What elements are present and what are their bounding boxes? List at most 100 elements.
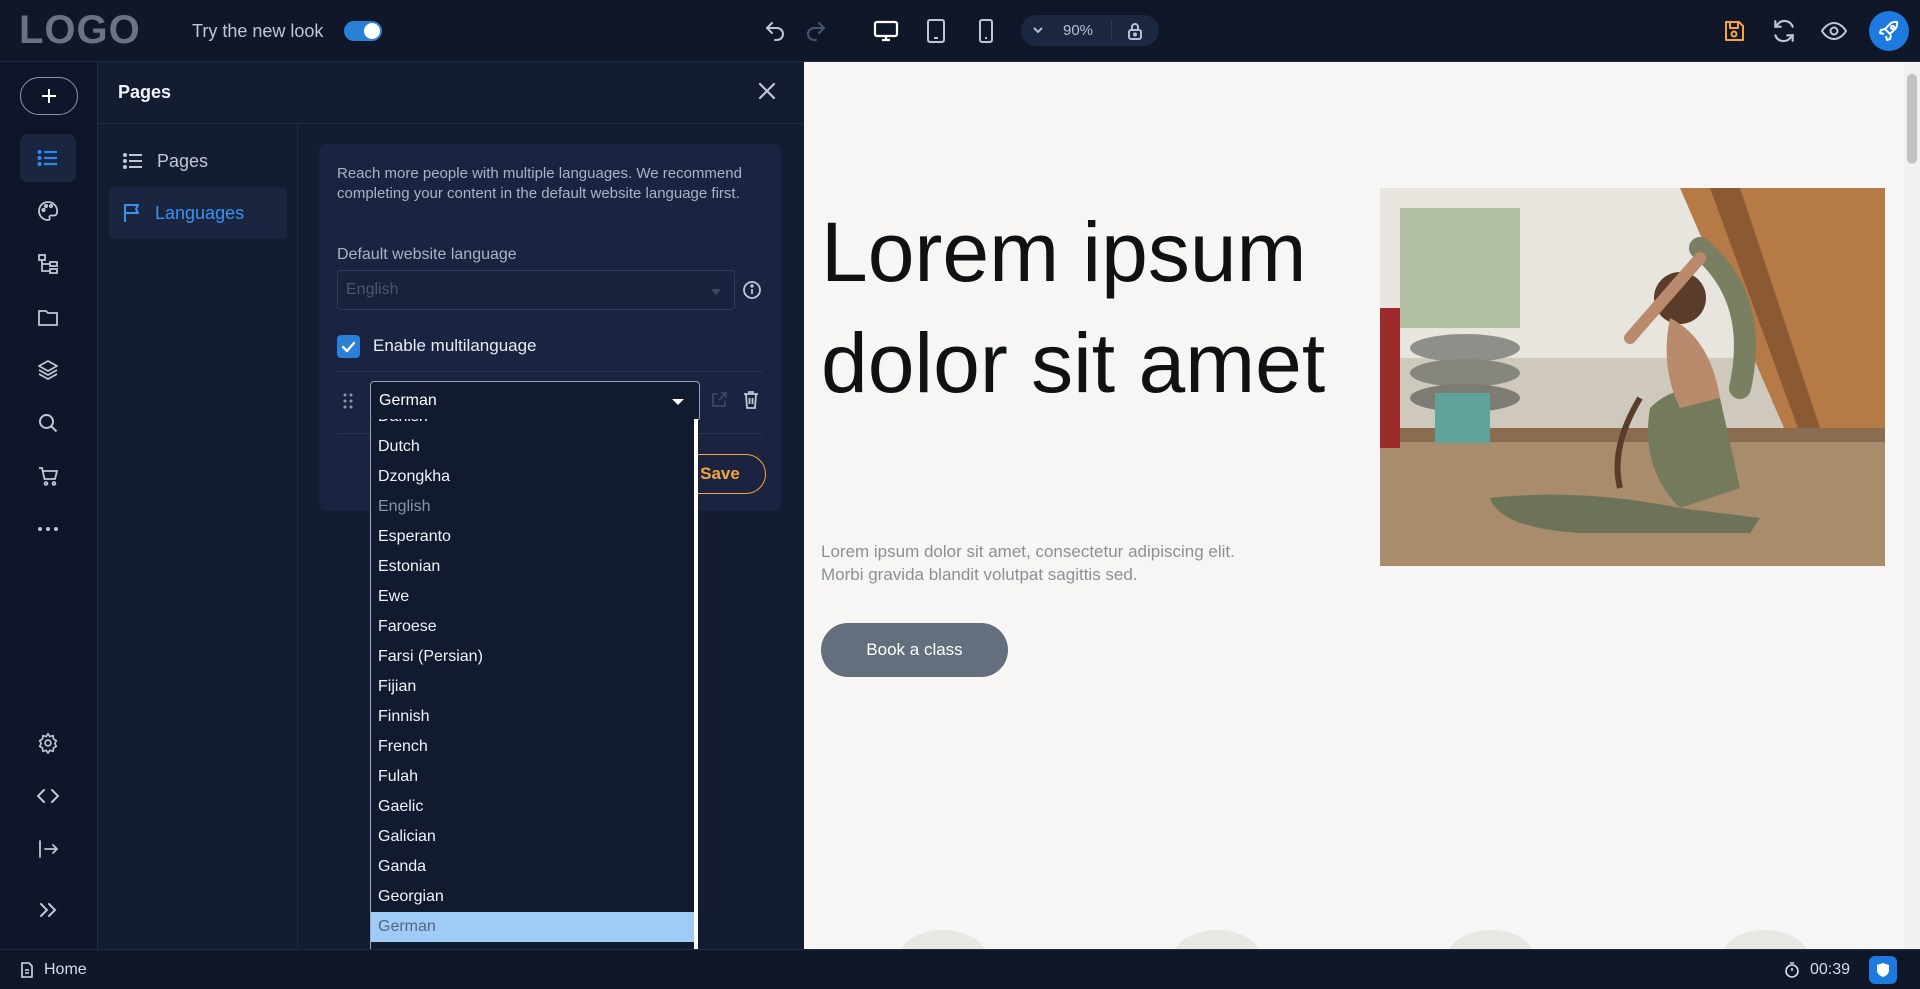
- language-option[interactable]: Fulah: [371, 762, 694, 792]
- rail-exit[interactable]: [20, 825, 76, 873]
- decorative-shape: [1720, 930, 1810, 949]
- book-class-button[interactable]: Book a class: [821, 623, 1008, 677]
- hero-title: Lorem ipsum dolor sit amet: [821, 205, 1326, 410]
- language-option[interactable]: French: [371, 732, 694, 762]
- search-icon: [39, 414, 58, 433]
- language-option[interactable]: Fijian: [371, 672, 694, 702]
- rail-more[interactable]: [20, 505, 76, 553]
- language-option[interactable]: Danish: [371, 419, 694, 432]
- desktop-view-icon[interactable]: [871, 16, 901, 46]
- top-bar: LOGO Try the new look 90%: [0, 0, 1920, 62]
- add-element-button[interactable]: [20, 77, 78, 115]
- lock-icon[interactable]: [1127, 22, 1143, 40]
- enable-multilanguage-checkbox[interactable]: [337, 335, 360, 358]
- default-language-select: English: [337, 270, 735, 310]
- languages-description: Reach more people with multiple language…: [337, 165, 742, 202]
- try-new-look-label: Try the new look: [192, 21, 324, 41]
- left-rail: [0, 62, 98, 949]
- enable-multilanguage-label: Enable multilanguage: [373, 336, 537, 355]
- preview-eye-icon[interactable]: [1819, 16, 1849, 46]
- redo-icon[interactable]: [801, 16, 831, 46]
- language-option[interactable]: Georgian: [371, 882, 694, 912]
- yoga-photo: [1380, 188, 1885, 566]
- preview-scrollbar[interactable]: [1904, 62, 1920, 949]
- status-bar: Home 00:39: [0, 949, 1920, 989]
- mobile-view-icon[interactable]: [971, 16, 1001, 46]
- language-option[interactable]: Dutch: [371, 432, 694, 462]
- timer-value: 00:39: [1810, 961, 1851, 978]
- subnav-languages-label: Languages: [155, 202, 245, 223]
- language-option[interactable]: Estonian: [371, 552, 694, 582]
- rocket-icon: [1879, 20, 1899, 41]
- scrollbar-thumb[interactable]: [1907, 74, 1917, 164]
- current-page[interactable]: Home: [20, 961, 87, 979]
- panel-subnav: Pages Languages: [98, 124, 298, 949]
- save-draft-icon[interactable]: [1719, 16, 1749, 46]
- publish-rocket-button[interactable]: [1869, 11, 1909, 51]
- info-icon[interactable]: [742, 280, 762, 300]
- rail-code[interactable]: [20, 772, 76, 820]
- tablet-view-icon[interactable]: [921, 16, 951, 46]
- caret-down-icon: [672, 399, 684, 405]
- sitemap-icon: [38, 254, 58, 274]
- language-option[interactable]: Ganda: [371, 852, 694, 882]
- language-option[interactable]: German: [371, 912, 694, 942]
- file-icon: [21, 962, 33, 978]
- language-option[interactable]: Ewe: [371, 582, 694, 612]
- rail-pages[interactable]: [20, 134, 76, 182]
- close-panel-button[interactable]: [756, 80, 778, 102]
- flag-icon: [124, 204, 139, 222]
- hero-subtitle: Lorem ipsum dolor sit amet, consectetur …: [821, 542, 1235, 584]
- subnav-pages[interactable]: Pages: [109, 135, 287, 187]
- shield-icon: [1877, 963, 1889, 977]
- language-select[interactable]: German: [370, 381, 700, 421]
- subnav-languages[interactable]: Languages: [109, 187, 287, 239]
- language-option[interactable]: Dzongkha: [371, 462, 694, 492]
- trash-icon[interactable]: [742, 390, 760, 410]
- caret-down-icon: [711, 289, 721, 295]
- checkmark-icon: [341, 341, 356, 352]
- rail-expand[interactable]: [20, 886, 76, 934]
- plus-icon: [42, 89, 56, 103]
- language-option[interactable]: Farsi (Persian): [371, 642, 694, 672]
- rail-design[interactable]: [20, 187, 76, 235]
- rail-sitemap[interactable]: [20, 240, 76, 288]
- rail-settings[interactable]: [20, 719, 76, 767]
- try-new-look-toggle[interactable]: [344, 21, 382, 41]
- list-icon: [37, 149, 57, 167]
- rail-layers[interactable]: [20, 346, 76, 394]
- zoom-value: 90%: [1063, 22, 1094, 39]
- rail-files[interactable]: [20, 293, 76, 341]
- language-option[interactable]: Gaelic: [371, 792, 694, 822]
- subnav-pages-label: Pages: [157, 150, 209, 171]
- close-icon: [758, 82, 776, 100]
- code-icon: [37, 789, 59, 803]
- drag-handle-icon[interactable]: [343, 393, 353, 409]
- language-option[interactable]: Faroese: [371, 612, 694, 642]
- cart-icon: [39, 467, 59, 486]
- logo: LOGO: [19, 8, 141, 52]
- rail-store[interactable]: [20, 452, 76, 500]
- chevron-down-icon[interactable]: [1031, 23, 1045, 37]
- language-option[interactable]: Finnish: [371, 702, 694, 732]
- divider: [337, 371, 763, 372]
- language-option[interactable]: Esperanto: [371, 522, 694, 552]
- page-preview: Lorem ipsum dolor sit amet Lorem ipsum d…: [804, 62, 1904, 949]
- zoom-control[interactable]: 90%: [1021, 15, 1159, 46]
- zoom-divider: [1111, 20, 1112, 41]
- language-option[interactable]: Galician: [371, 822, 694, 852]
- undo-icon[interactable]: [760, 16, 790, 46]
- language-option: English: [378, 498, 431, 515]
- panel-header: Pages: [98, 62, 804, 124]
- rail-search[interactable]: [20, 399, 76, 447]
- default-language-label: Default website language: [337, 246, 517, 263]
- layers-icon: [38, 360, 58, 380]
- decorative-shape: [1172, 930, 1262, 949]
- security-shield-button[interactable]: [1869, 956, 1897, 984]
- language-dropdown-list[interactable]: DanishDutchDzongkha English EsperantoEston…: [370, 419, 698, 989]
- refresh-icon[interactable]: [1769, 16, 1799, 46]
- default-language-value: English: [346, 281, 399, 298]
- toggle-knob: [364, 23, 380, 39]
- folder-icon: [38, 310, 58, 326]
- external-link-icon[interactable]: [710, 391, 728, 409]
